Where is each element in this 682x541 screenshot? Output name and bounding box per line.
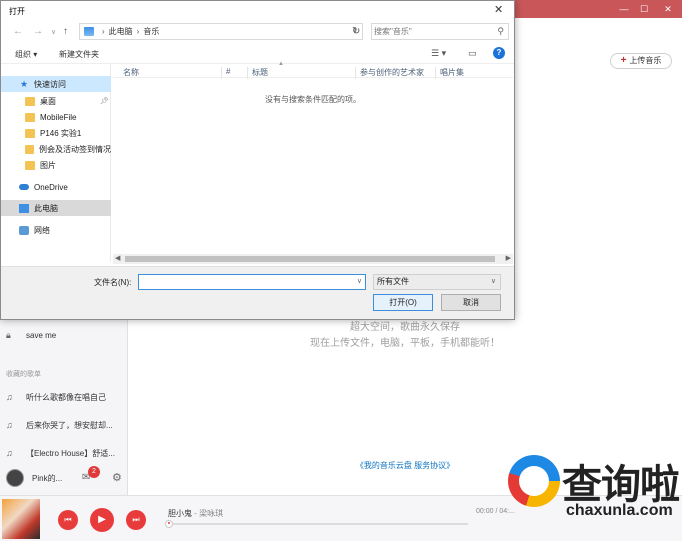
plus-icon: + xyxy=(620,55,627,66)
song-info: 胆小鬼 - 梁咏琪 xyxy=(168,509,224,518)
progress-bar[interactable] xyxy=(165,520,468,528)
column-title[interactable]: 标题 xyxy=(247,67,268,79)
search-input[interactable] xyxy=(374,25,492,38)
avatar[interactable] xyxy=(6,469,24,487)
search-box[interactable]: ⚲ xyxy=(371,23,509,40)
nav-pictures[interactable]: 图片 xyxy=(1,157,111,173)
open-file-dialog: 打开 ✕ ← → ∨ ↑ › 此电脑 › 音乐 ∨ ↻ ⚲ 组织 ▾ 新建文件夹… xyxy=(0,0,515,320)
help-icon[interactable]: ? xyxy=(493,47,505,59)
preview-pane-icon[interactable]: ▭ xyxy=(468,48,477,59)
folder-icon xyxy=(25,112,35,122)
play-button[interactable]: ▶ xyxy=(90,508,114,532)
organize-menu[interactable]: 组织 ▾ xyxy=(15,49,37,60)
play-time: 00:00 / 04:... xyxy=(476,508,515,515)
chevron-down-icon: ∨ xyxy=(490,278,496,285)
view-options-icon[interactable]: ☰ ▾ xyxy=(431,48,446,59)
cancel-button[interactable]: 取消 xyxy=(441,294,501,311)
message-count-badge: 2 xyxy=(88,466,100,478)
dialog-title: 打开 xyxy=(9,7,25,16)
nav-p146[interactable]: P146 实验1 xyxy=(1,125,111,141)
progress-handle[interactable] xyxy=(165,520,173,528)
nav-onedrive[interactable]: OneDrive xyxy=(1,179,111,195)
close-icon[interactable]: ✕ xyxy=(656,0,680,18)
forward-arrow-icon[interactable]: → xyxy=(33,26,43,37)
upload-music-button[interactable]: + 上传音乐 xyxy=(610,53,672,69)
file-type-select[interactable]: 所有文件 ∨ xyxy=(373,274,501,290)
up-arrow-icon[interactable]: ↑ xyxy=(63,26,68,37)
sidebar-item-save-me[interactable]: 🔒︎ save me xyxy=(6,328,56,342)
computer-icon xyxy=(19,203,29,213)
column-headers: ▲ 名称 # 标题 参与创作的艺术家 唱片集 xyxy=(113,61,513,79)
playlist-item[interactable]: ♫ 【Electro House】舒适... xyxy=(6,446,115,460)
column-album[interactable]: 唱片集 xyxy=(435,67,464,79)
user-area: Pink的... ✉ 2 ⚙ xyxy=(6,466,126,488)
album-cover[interactable] xyxy=(2,499,40,539)
nav-mobilefile[interactable]: MobileFile xyxy=(1,109,111,125)
nav-network[interactable]: 网络 xyxy=(1,222,111,238)
back-arrow-icon[interactable]: ← xyxy=(13,26,23,37)
playlist-item[interactable]: ♫ 听什么歌都像在唱自己 xyxy=(6,390,106,404)
nav-desktop[interactable]: 桌面 📌︎ xyxy=(1,93,111,109)
computer-icon xyxy=(84,27,94,36)
previous-button[interactable]: ⏮ xyxy=(58,510,78,530)
cloud-icon xyxy=(19,184,29,190)
empty-state-line-2: 现在上传文件，电脑，平板，手机都能听！ xyxy=(310,338,500,349)
refresh-icon[interactable]: ↻ xyxy=(352,26,360,37)
horizontal-scrollbar[interactable]: ◀ ▶ xyxy=(113,254,513,264)
network-icon xyxy=(19,225,29,235)
dialog-toolbar: 组织 ▾ 新建文件夹 ☰ ▾ ▭ ? xyxy=(1,44,514,64)
collected-playlists-heading: 收藏的歌单 xyxy=(6,371,41,378)
search-icon[interactable]: ⚲ xyxy=(497,26,504,37)
breadcrumb-music[interactable]: 音乐 xyxy=(143,26,159,37)
lock-icon: 🔒︎ xyxy=(6,329,11,340)
sort-up-icon: ▲ xyxy=(278,61,284,67)
navigation-pane: ★ 快速访问 桌面 📌︎ MobileFile P146 实验1 例会及活动签到情… xyxy=(1,64,111,262)
column-name[interactable]: 名称 xyxy=(119,67,139,79)
watermark-url: chaxunla.com xyxy=(566,502,673,519)
nav-this-pc[interactable]: 此电脑 xyxy=(1,200,111,216)
folder-icon xyxy=(25,128,35,138)
maximize-icon[interactable]: ☐ xyxy=(632,0,656,18)
folder-icon xyxy=(25,144,34,154)
music-note-icon: ♫ xyxy=(6,448,13,458)
empty-state-line-1: 超大空间，歌曲永久保存 xyxy=(350,322,460,333)
gear-icon[interactable]: ⚙ xyxy=(112,471,122,484)
address-bar[interactable]: › 此电脑 › 音乐 ∨ xyxy=(79,23,363,40)
star-icon: ★ xyxy=(19,78,29,89)
open-button[interactable]: 打开(O) xyxy=(373,294,433,311)
breadcrumb-this-pc[interactable]: 此电脑 xyxy=(109,26,133,37)
nav-event-folder[interactable]: 例会及活动签到情况 xyxy=(1,141,111,157)
filename-input[interactable] xyxy=(141,276,351,288)
folder-icon xyxy=(25,160,35,170)
column-artist[interactable]: 参与创作的艺术家 xyxy=(355,67,424,79)
column-number[interactable]: # xyxy=(221,67,230,79)
pin-icon: 📌︎ xyxy=(100,98,109,105)
close-icon[interactable]: ✕ xyxy=(494,3,503,16)
filename-label: 文件名(N): xyxy=(94,278,132,287)
music-note-icon: ♫ xyxy=(6,420,13,430)
folder-icon xyxy=(25,96,35,106)
user-name[interactable]: Pink的... xyxy=(32,473,62,484)
scrollbar-thumb[interactable] xyxy=(125,256,495,262)
next-button[interactable]: ⏭ xyxy=(126,510,146,530)
empty-folder-message: 没有与搜索条件匹配的项。 xyxy=(265,95,361,104)
dialog-footer: 文件名(N): ∨ 所有文件 ∨ 打开(O) 取消 xyxy=(1,266,514,319)
playlist-item[interactable]: ♫ 后来你哭了，想安慰却... xyxy=(6,418,113,432)
filename-field[interactable]: ∨ xyxy=(138,274,366,290)
nav-quick-access[interactable]: ★ 快速访问 xyxy=(1,76,111,92)
new-folder-button[interactable]: 新建文件夹 xyxy=(59,49,99,60)
scroll-left-icon[interactable]: ◀ xyxy=(115,254,120,262)
music-note-icon: ♫ xyxy=(6,392,13,402)
scroll-right-icon[interactable]: ▶ xyxy=(506,254,511,262)
chevron-down-icon[interactable]: ∨ xyxy=(51,28,56,36)
chevron-down-icon[interactable]: ∨ xyxy=(357,277,362,285)
watermark-logo xyxy=(508,455,560,507)
